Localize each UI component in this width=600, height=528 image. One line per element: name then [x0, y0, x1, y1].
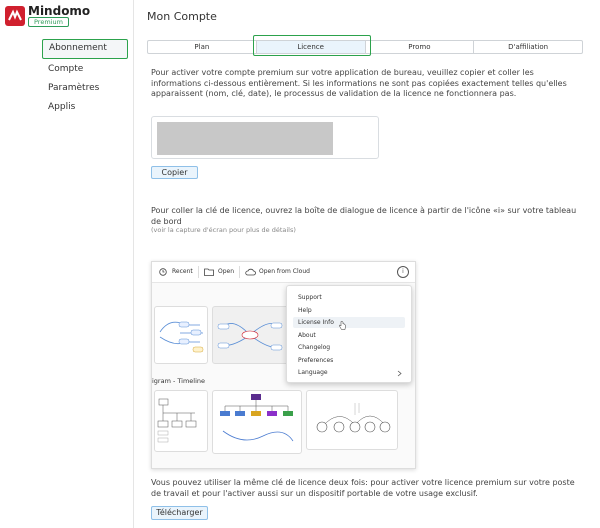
- instructions-text: Pour activer votre compte premium sur vo…: [151, 68, 567, 98]
- hand-cursor-icon: [339, 321, 346, 330]
- sidebar-item-abonnement[interactable]: Abonnement: [42, 39, 128, 59]
- sidebar-item-label: Compte: [48, 64, 84, 74]
- app-name: Mindomo: [28, 4, 91, 18]
- screenshot-toolbar: Recent Open Open from Cloud i: [152, 262, 415, 283]
- open-label: Open: [218, 268, 235, 275]
- license-key-box[interactable]: [151, 116, 379, 159]
- timeline-thumbnail: [154, 390, 208, 452]
- license-usage-text: Vous pouvez utiliser la même clé de lice…: [151, 478, 575, 498]
- clock-icon: [159, 268, 167, 276]
- license-key-redacted: [157, 122, 333, 155]
- menu-item-about[interactable]: About: [298, 331, 316, 341]
- mindmap-thumbnail: [154, 306, 208, 364]
- sidebar-item-label: Paramètres: [48, 83, 100, 93]
- template-section-label: igram - Timeline: [152, 377, 206, 385]
- tab-promo[interactable]: Promo: [366, 41, 475, 53]
- mindmap-thumbnail: [212, 306, 289, 364]
- tab-bar: Plan Licence Promo D'affiliation: [147, 40, 583, 54]
- sidebar-item-label: Abonnement: [49, 43, 107, 53]
- process-thumbnail: [306, 390, 398, 450]
- tab-plan[interactable]: Plan: [148, 41, 257, 53]
- menu-item-changelog[interactable]: Changelog: [298, 343, 330, 353]
- dashboard-screenshot: Recent Open Open from Cloud i Support He…: [151, 261, 416, 469]
- menu-item-preferences[interactable]: Preferences: [298, 356, 333, 366]
- toolbar-divider: [198, 266, 199, 278]
- mindomo-logo-icon: [5, 6, 25, 26]
- orgchart-thumbnail: [212, 390, 302, 454]
- premium-badge: Premium: [28, 17, 69, 27]
- sidebar-item-label: Applis: [48, 102, 76, 112]
- download-button[interactable]: Télécharger: [151, 506, 208, 520]
- screenshot-note: (voir la capture d'écran pour plus de dé…: [151, 226, 296, 234]
- sidebar-item-parametres[interactable]: Paramètres: [42, 79, 128, 97]
- menu-item-help[interactable]: Help: [298, 306, 312, 316]
- sidebar: Mindomo Premium Abonnement Compte Paramè…: [0, 0, 134, 528]
- tab-licence[interactable]: Licence: [256, 41, 366, 53]
- page-title: Mon Compte: [147, 10, 217, 23]
- menu-item-license-info[interactable]: License Info: [298, 318, 334, 328]
- menu-item-support[interactable]: Support: [298, 293, 322, 303]
- copy-button[interactable]: Copier: [151, 166, 198, 179]
- chevron-right-icon: [397, 370, 402, 377]
- tab-affiliation[interactable]: D'affiliation: [474, 41, 582, 53]
- folder-icon: [204, 268, 214, 276]
- sidebar-item-applis[interactable]: Applis: [42, 98, 128, 116]
- paste-instructions-text: Pour coller la clé de licence, ouvrez la…: [151, 206, 577, 226]
- open-cloud-label: Open from Cloud: [259, 268, 310, 275]
- info-dropdown-menu: Support Help License Info About Changelo…: [286, 285, 412, 383]
- toolbar-divider: [239, 266, 240, 278]
- info-icon: i: [397, 266, 409, 278]
- sidebar-item-compte[interactable]: Compte: [42, 60, 128, 78]
- menu-item-language[interactable]: Language: [298, 368, 328, 378]
- recent-label: Recent: [172, 268, 193, 275]
- cloud-icon: [245, 268, 256, 276]
